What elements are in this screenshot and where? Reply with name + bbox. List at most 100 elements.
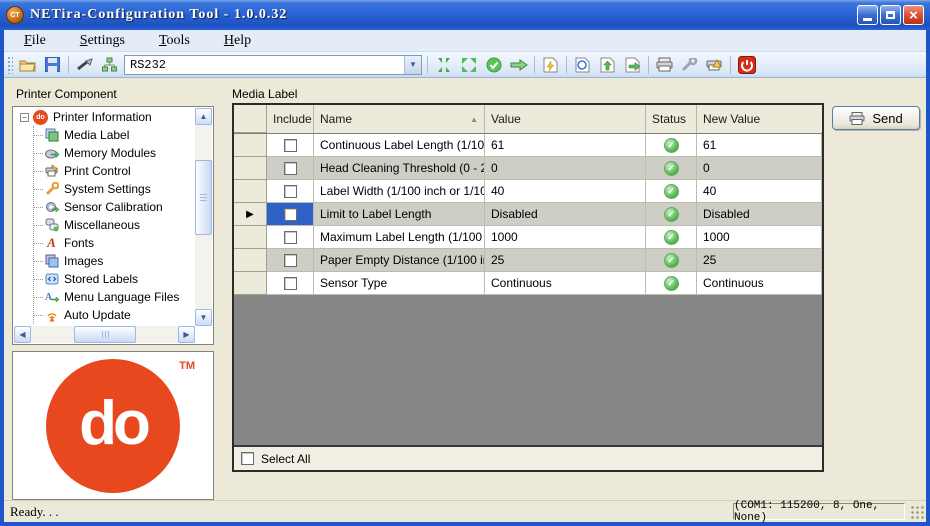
print-warning-icon[interactable] (703, 54, 726, 75)
include-checkbox[interactable] (284, 277, 297, 290)
table-row[interactable]: Continuous Label Length (1/100 i... 61 ✓… (234, 134, 822, 157)
scroll-right-icon[interactable]: ▶ (178, 326, 195, 343)
collapse-expander-icon[interactable]: − (20, 113, 29, 122)
grid-empty-area (234, 295, 822, 445)
include-checkbox[interactable] (284, 254, 297, 267)
include-checkbox[interactable] (284, 185, 297, 198)
new-value-cell[interactable]: 25 (697, 249, 822, 272)
include-cell[interactable] (267, 226, 314, 249)
table-row[interactable]: Sensor Type Continuous ✓ Continuous (234, 272, 822, 295)
tree-node-images[interactable]: Images (14, 252, 195, 270)
table-row[interactable]: Head Cleaning Threshold (0 - 20... 0 ✓ 0 (234, 157, 822, 180)
combo-dropdown-button[interactable]: ▼ (404, 56, 421, 74)
name-cell[interactable]: Paper Empty Distance (1/100 inc... (314, 249, 485, 272)
menu-language-files-icon: A (44, 290, 59, 305)
value-cell[interactable]: 61 (485, 134, 646, 157)
include-checkbox[interactable] (284, 139, 297, 152)
column-header-value[interactable]: Value (485, 105, 646, 133)
name-cell[interactable]: Limit to Label Length (314, 203, 485, 226)
include-cell[interactable] (267, 249, 314, 272)
connection-select[interactable]: RS232 ▼ (124, 55, 422, 75)
name-cell[interactable]: Continuous Label Length (1/100 i... (314, 134, 485, 157)
table-row[interactable]: Maximum Label Length (1/100 in... 1000 ✓… (234, 226, 822, 249)
new-value-cell[interactable]: Disabled (697, 203, 822, 226)
tree-hscroll-thumb[interactable] (74, 326, 136, 343)
tree-node-auto-update[interactable]: Auto Update (14, 306, 195, 324)
tree-node-sensor-calibration[interactable]: Sensor Calibration (14, 198, 195, 216)
scroll-up-icon[interactable]: ▲ (195, 108, 212, 125)
new-value-cell[interactable]: 61 (697, 134, 822, 157)
tree-node-miscellaneous[interactable]: Miscellaneous (14, 216, 195, 234)
export-document-icon[interactable] (621, 54, 644, 75)
value-cell[interactable]: Continuous (485, 272, 646, 295)
tree-node-stored-labels[interactable]: Stored Labels (14, 270, 195, 288)
send-button[interactable]: Send (832, 106, 920, 130)
table-row[interactable]: Label Width (1/100 inch or 1/10 m... 40 … (234, 180, 822, 203)
tree-node-menu-language-files[interactable]: A Menu Language Files (14, 288, 195, 306)
table-row-selected[interactable]: ▶ Limit to Label Length Disabled ✓ Disab… (234, 203, 822, 226)
menu-help[interactable]: Help (214, 32, 261, 50)
new-value-cell[interactable]: Continuous (697, 272, 822, 295)
column-header-name[interactable]: Name▲ (314, 105, 485, 133)
scroll-down-icon[interactable]: ▼ (195, 309, 212, 326)
value-cell[interactable]: Disabled (485, 203, 646, 226)
tree-node-fonts[interactable]: A Fonts (14, 234, 195, 252)
tree-node-system-settings[interactable]: System Settings (14, 180, 195, 198)
tree-node-media-label[interactable]: Media Label (14, 126, 195, 144)
refresh-document-icon[interactable] (571, 54, 594, 75)
check-circle-icon[interactable] (482, 54, 505, 75)
network-setup-icon[interactable] (98, 54, 121, 75)
name-cell[interactable]: Sensor Type (314, 272, 485, 295)
include-checkbox[interactable] (284, 208, 297, 221)
resize-grip[interactable] (911, 504, 925, 520)
value-cell[interactable]: 0 (485, 157, 646, 180)
save-file-icon[interactable] (41, 54, 64, 75)
include-cell[interactable] (267, 180, 314, 203)
include-checkbox[interactable] (284, 162, 297, 175)
menu-tools[interactable]: Tools (149, 32, 200, 50)
toolbar-grip[interactable] (7, 56, 13, 74)
value-cell[interactable]: 1000 (485, 226, 646, 249)
disconnect-power-icon[interactable] (735, 54, 758, 75)
menu-settings[interactable]: Settings (70, 32, 135, 50)
maximize-button[interactable] (880, 5, 901, 25)
new-value-cell[interactable]: 40 (697, 180, 822, 203)
name-cell[interactable]: Head Cleaning Threshold (0 - 20... (314, 157, 485, 180)
tree-vscroll-thumb[interactable] (195, 160, 212, 235)
new-value-cell[interactable]: 0 (697, 157, 822, 180)
column-header-new-value[interactable]: New Value (697, 105, 822, 133)
close-button[interactable] (903, 5, 924, 25)
print-configure-icon[interactable] (678, 54, 701, 75)
include-cell[interactable] (267, 272, 314, 295)
upload-document-icon[interactable] (596, 54, 619, 75)
status-ok-icon: ✓ (664, 230, 679, 245)
include-cell-selected[interactable] (267, 203, 314, 226)
print-icon[interactable] (653, 54, 676, 75)
open-file-icon[interactable] (16, 54, 39, 75)
include-cell[interactable] (267, 157, 314, 180)
include-cell[interactable] (267, 134, 314, 157)
name-cell[interactable]: Maximum Label Length (1/100 in... (314, 226, 485, 249)
tree-node-memory-modules[interactable]: Memory Modules (14, 144, 195, 162)
value-cell[interactable]: 25 (485, 249, 646, 272)
scroll-left-icon[interactable]: ◀ (14, 326, 31, 343)
column-header-status[interactable]: Status (646, 105, 697, 133)
send-arrow-icon[interactable] (507, 54, 530, 75)
name-cell[interactable]: Label Width (1/100 inch or 1/10 m... (314, 180, 485, 203)
table-row[interactable]: Paper Empty Distance (1/100 inc... 25 ✓ … (234, 249, 822, 272)
new-value-cell[interactable]: 1000 (697, 226, 822, 249)
expand-arrows-icon[interactable] (457, 54, 480, 75)
tree-node-print-control[interactable]: Print Control (14, 162, 195, 180)
include-checkbox[interactable] (284, 231, 297, 244)
tree-horizontal-scrollbar[interactable]: ◀ ▶ (14, 326, 195, 343)
column-header-include[interactable]: Include (267, 105, 314, 133)
tree-node-printer-information[interactable]: − do Printer Information (14, 108, 195, 126)
query-document-icon[interactable] (539, 54, 562, 75)
screwdriver-icon[interactable] (73, 54, 96, 75)
tree-vertical-scrollbar[interactable]: ▲ ▼ (195, 108, 212, 326)
minimize-button[interactable] (857, 5, 878, 25)
collapse-arrows-icon[interactable] (432, 54, 455, 75)
menu-file[interactable]: File (14, 32, 56, 50)
value-cell[interactable]: 40 (485, 180, 646, 203)
select-all-checkbox[interactable] (241, 452, 254, 465)
